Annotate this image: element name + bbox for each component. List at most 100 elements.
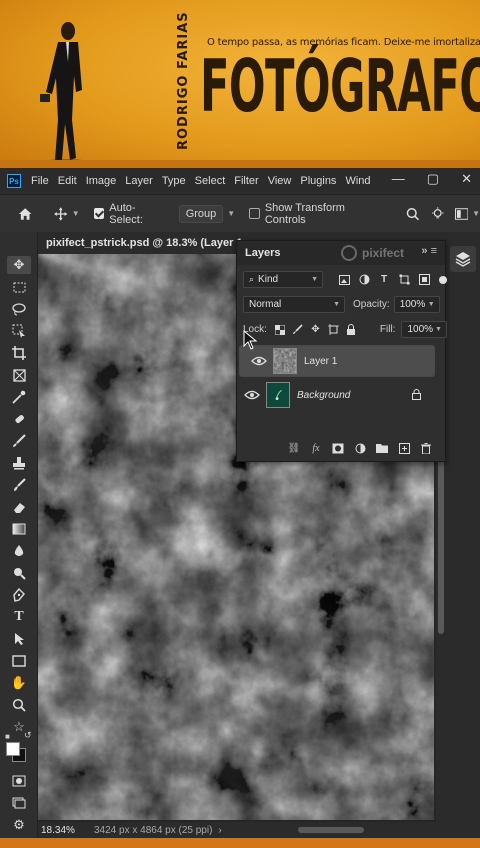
smart-object-filter-icon[interactable] (417, 273, 431, 287)
visibility-eye-icon[interactable] (244, 390, 260, 400)
lock-artboard-icon[interactable] (326, 323, 340, 337)
banner-divider (0, 160, 480, 168)
layer-thumbnail (266, 382, 290, 408)
gradient-icon[interactable] (7, 520, 31, 538)
chevron-down-icon[interactable]: ▼ (472, 209, 480, 218)
blur-icon[interactable] (7, 542, 31, 560)
photographer-silhouette (40, 22, 88, 165)
swap-colors-icon[interactable]: ↺ (24, 730, 32, 741)
dodge-icon[interactable] (7, 564, 31, 582)
trash-icon[interactable] (419, 441, 433, 455)
search-icon[interactable] (406, 207, 419, 221)
adjustment-icon[interactable] (353, 441, 367, 455)
healing-brush-icon[interactable] (7, 410, 31, 428)
eraser-icon[interactable] (7, 498, 31, 516)
brush-icon[interactable] (7, 432, 31, 450)
new-layer-icon[interactable] (397, 441, 411, 455)
zoom-icon[interactable] (7, 696, 31, 714)
menu-filter[interactable]: Filter (234, 175, 258, 187)
minimize-icon[interactable]: — (392, 171, 405, 187)
restore-icon[interactable]: ▢ (427, 171, 439, 187)
chevron-down-icon[interactable]: ▼ (72, 209, 80, 218)
crop-icon[interactable] (7, 344, 31, 362)
menu-file[interactable]: File (31, 175, 49, 187)
shape-filter-icon[interactable] (397, 273, 411, 287)
clone-stamp-icon[interactable] (7, 454, 31, 472)
menu-select[interactable]: Select (195, 175, 226, 187)
layer-lock-icon[interactable] (412, 389, 421, 400)
layers-panel-icon[interactable] (450, 246, 476, 272)
object-select-icon[interactable] (7, 322, 31, 340)
filter-toggle-icon[interactable] (439, 275, 447, 284)
workspace-icon[interactable] (454, 207, 469, 220)
close-icon[interactable]: ✕ (461, 171, 472, 187)
pixel-filter-icon[interactable] (337, 273, 351, 287)
menu-image[interactable]: Image (86, 175, 117, 187)
opacity-input[interactable]: 100% ▼ (393, 296, 440, 313)
type-icon[interactable]: T (7, 608, 31, 626)
lock-transparent-icon[interactable] (273, 323, 287, 337)
adjustment-filter-icon[interactable] (357, 273, 371, 287)
screen-mode-icon[interactable] (7, 794, 31, 812)
foreground-color-swatch[interactable] (6, 742, 20, 756)
group-folder-icon[interactable] (375, 441, 389, 455)
show-transform-checkbox[interactable] (249, 208, 260, 219)
reset-colors-icon[interactable]: ■ (5, 732, 10, 741)
status-menu-icon[interactable]: › (218, 825, 221, 836)
watermark-text: pixifect (362, 246, 405, 260)
frame-icon[interactable] (7, 366, 31, 384)
quick-mask-icon[interactable] (7, 772, 31, 790)
menu-plugins[interactable]: Plugins (300, 175, 336, 187)
lock-all-icon[interactable] (344, 323, 358, 337)
move-tool-icon[interactable]: ✥ (7, 256, 31, 274)
lock-pixels-icon[interactable] (291, 323, 305, 337)
layer-row-layer-1[interactable]: Layer 1 (239, 345, 435, 377)
document-dimensions[interactable]: 3424 px x 4864 px (25 ppi) (94, 825, 212, 836)
layers-panel-title[interactable]: Layers (245, 247, 280, 259)
blend-mode-dropdown[interactable]: Normal ▼ (243, 296, 345, 313)
layer-name[interactable]: Layer 1 (304, 356, 337, 367)
scroll-thumb[interactable] (438, 434, 444, 634)
menu-edit[interactable]: Edit (58, 175, 77, 187)
hand-icon[interactable]: ✋ (7, 674, 31, 692)
menu-view[interactable]: View (268, 175, 292, 187)
edit-toolbar-icon[interactable]: ⚙ (7, 816, 31, 834)
visibility-eye-icon[interactable] (251, 356, 267, 366)
search-icon: ⌕ (249, 274, 255, 284)
link-icon[interactable]: ⛓ (287, 441, 301, 455)
lightbulb-icon[interactable] (431, 206, 444, 221)
rectangle-icon[interactable] (7, 652, 31, 670)
horizontal-scroll-thumb[interactable] (298, 827, 364, 833)
zoom-level[interactable]: 18.34% (38, 825, 82, 836)
layer-row-background[interactable]: Background (239, 379, 435, 411)
auto-select-target-dropdown[interactable]: Group (178, 204, 224, 223)
filter-kind-label: Kind (258, 274, 279, 285)
eyedropper-icon[interactable] (7, 388, 31, 406)
lock-position-icon[interactable]: ✥ (309, 323, 323, 337)
type-filter-icon[interactable]: T (377, 273, 391, 287)
menu-type[interactable]: Type (162, 175, 186, 187)
panel-menu-icon[interactable]: » ≡ (421, 245, 437, 257)
menu-layer[interactable]: Layer (125, 175, 153, 187)
path-select-icon[interactable] (7, 630, 31, 648)
fill-input[interactable]: 100% ▼ (401, 321, 447, 338)
marquee-icon[interactable] (7, 278, 31, 296)
photoshop-logo-icon[interactable]: Ps (7, 174, 21, 188)
fx-icon[interactable]: fx (309, 441, 323, 455)
promo-banner: RODRIGO FARIAS O tempo passa, as memória… (0, 0, 480, 168)
filter-kind-dropdown[interactable]: ⌕ Kind ▼ (243, 271, 323, 288)
move-tool-icon[interactable] (54, 206, 68, 221)
auto-select-checkbox[interactable] (93, 208, 105, 219)
history-brush-icon[interactable] (7, 476, 31, 494)
fill-value: 100% (407, 324, 434, 335)
opacity-value: 100% (399, 299, 426, 310)
layer-name[interactable]: Background (297, 390, 350, 401)
mask-icon[interactable] (331, 441, 345, 455)
blend-mode-label: Normal (249, 299, 282, 310)
pen-icon[interactable] (7, 586, 31, 604)
lasso-icon[interactable] (7, 300, 31, 318)
chevron-down-icon: ▼ (333, 301, 340, 308)
chevron-down-icon[interactable]: ▼ (227, 209, 235, 218)
home-icon[interactable] (18, 207, 32, 221)
menu-window[interactable]: Wind (345, 175, 370, 187)
